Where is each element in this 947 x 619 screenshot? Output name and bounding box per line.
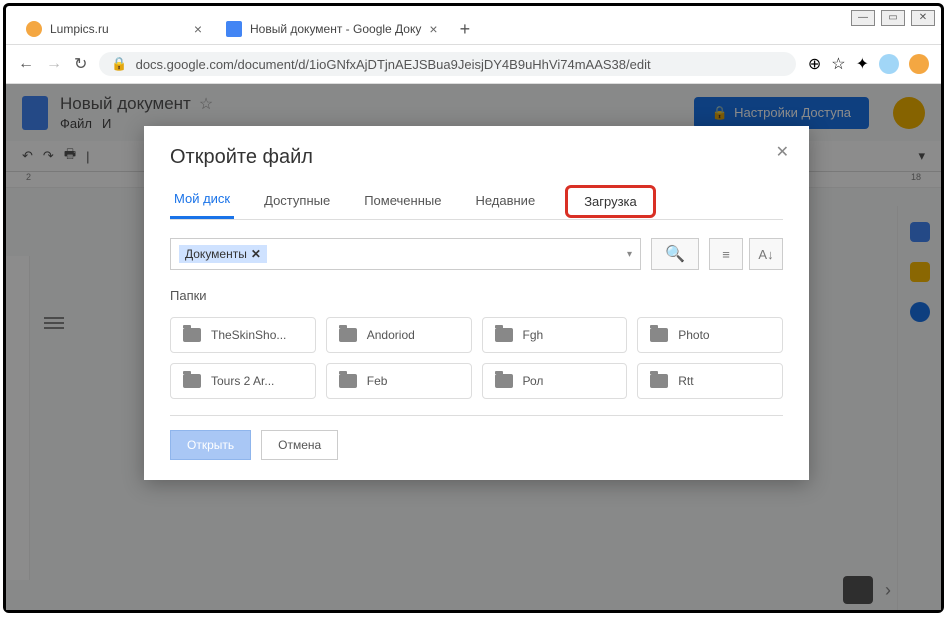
folder-item[interactable]: Рол [482,363,628,399]
lock-icon: 🔒 [111,56,127,72]
folder-item[interactable]: Fgh [482,317,628,353]
window-minimize[interactable]: — [851,10,875,26]
search-button[interactable]: 🔍 [651,238,699,270]
new-tab-button[interactable]: + [460,19,471,40]
folder-item[interactable]: Photo [637,317,783,353]
open-button[interactable]: Открыть [170,430,251,460]
extensions-icon[interactable]: ✦ [856,54,869,74]
tab-my-drive[interactable]: Мой диск [170,183,234,219]
folder-icon [650,374,668,388]
folders-heading: Папки [170,288,783,303]
reload-button[interactable]: ↻ [74,54,87,74]
tab-upload[interactable]: Загрузка [565,185,656,218]
folder-grid: TheSkinSho... Andoriod Fgh Photo Tours 2… [170,317,783,399]
window-controls: — ▭ ✕ [851,10,935,26]
sort-button[interactable]: A↓ [749,238,783,270]
list-view-button[interactable]: ≡ [709,238,743,270]
cancel-button[interactable]: Отмена [261,430,338,460]
folder-icon [183,374,201,388]
dialog-title: Откройте файл [170,146,783,169]
url-text: docs.google.com/document/d/1ioGNfxAjDTjn… [136,57,651,72]
extension-icons: ⊕ ☆ ✦ [808,54,929,74]
chevron-down-icon[interactable]: ▾ [627,249,632,260]
close-icon[interactable]: × [429,21,437,37]
address-bar: ← → ↻ 🔒 docs.google.com/document/d/1ioGN… [6,44,941,84]
folder-icon [339,374,357,388]
dialog-footer: Открыть Отмена [170,415,783,460]
extension-icon[interactable] [909,54,929,74]
folder-item[interactable]: Rtt [637,363,783,399]
folder-icon [495,328,513,342]
tab-shared[interactable]: Доступные [260,185,334,218]
favicon-icon [26,21,42,37]
dialog-close-button[interactable]: ✕ [776,142,789,162]
folder-icon [339,328,357,342]
profile-icon[interactable] [879,54,899,74]
forward-button[interactable]: → [46,55,62,73]
search-icon[interactable]: ⊕ [808,54,821,74]
window-maximize[interactable]: ▭ [881,10,905,26]
open-file-dialog: Откройте файл ✕ Мой диск Доступные Помеч… [144,126,809,480]
tab-recent[interactable]: Недавние [471,185,539,218]
window-close[interactable]: ✕ [911,10,935,26]
folder-item[interactable]: TheSkinSho... [170,317,316,353]
favicon-icon [226,21,242,37]
search-row: Документы ✕ ▾ 🔍 ≡ A↓ [170,238,783,270]
tab-title: Lumpics.ru [50,22,109,36]
dialog-tabs: Мой диск Доступные Помеченные Недавние З… [170,183,783,220]
close-icon[interactable]: × [194,21,202,37]
browser-tab-lumpics[interactable]: Lumpics.ru × [14,15,214,43]
filter-chip-documents[interactable]: Документы ✕ [179,245,267,263]
search-icon: 🔍 [665,244,685,264]
url-input[interactable]: 🔒 docs.google.com/document/d/1ioGNfxAjDT… [99,52,795,76]
folder-icon [495,374,513,388]
star-icon[interactable]: ☆ [831,54,845,74]
back-button[interactable]: ← [18,55,34,73]
tab-title: Новый документ - Google Доку [250,22,421,36]
folder-icon [650,328,668,342]
chip-remove-icon[interactable]: ✕ [251,247,261,261]
folder-item[interactable]: Andoriod [326,317,472,353]
folder-item[interactable]: Tours 2 Ar... [170,363,316,399]
browser-tab-strip: Lumpics.ru × Новый документ - Google Док… [6,6,941,44]
folder-icon [183,328,201,342]
folder-item[interactable]: Feb [326,363,472,399]
browser-tab-docs[interactable]: Новый документ - Google Доку × [214,15,450,43]
tab-starred[interactable]: Помеченные [360,185,445,218]
filter-input[interactable]: Документы ✕ ▾ [170,238,641,270]
